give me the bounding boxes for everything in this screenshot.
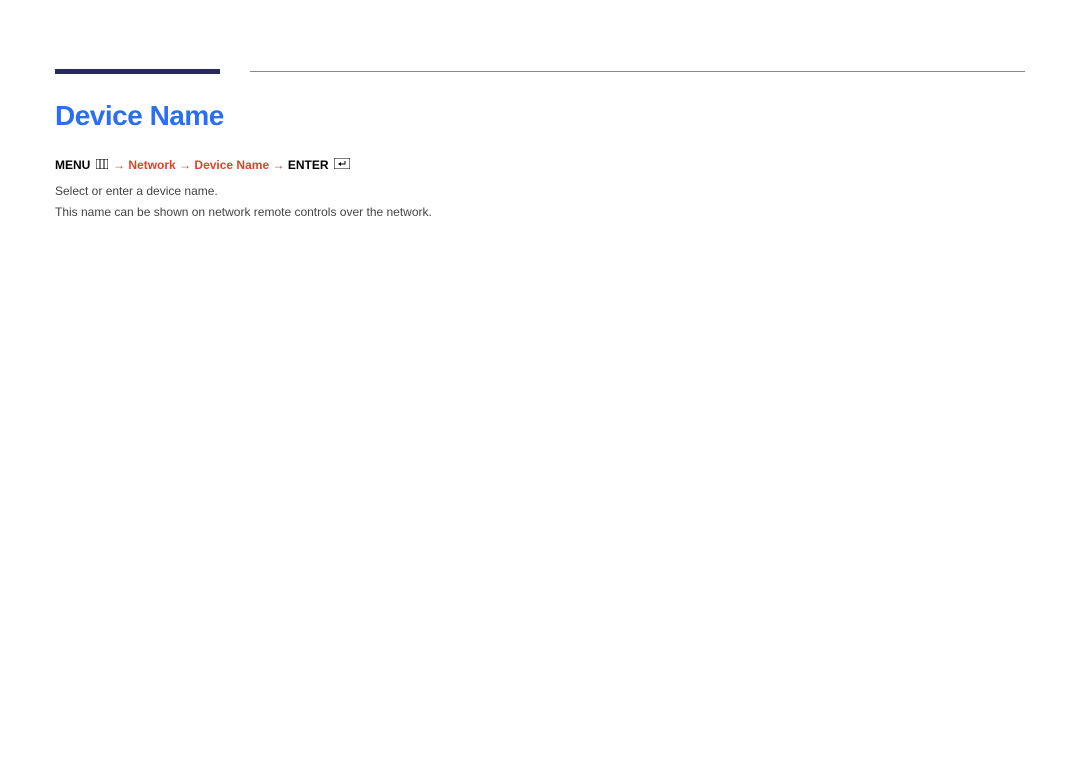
header-rule-accent [55, 69, 220, 74]
breadcrumb: MENU → Network → Device Name → ENTER [55, 156, 1025, 175]
breadcrumb-path-network: Network [128, 158, 175, 172]
page-title: Device Name [55, 100, 1025, 132]
body-line-2: This name can be shown on network remote… [55, 202, 1025, 222]
header-rule [55, 69, 1025, 74]
header-rule-line [250, 71, 1025, 72]
menu-icon [96, 156, 108, 175]
breadcrumb-arrow-1: → [113, 158, 125, 172]
content-area: Device Name MENU → Network → Device Name… [55, 100, 1025, 222]
breadcrumb-menu-label: MENU [55, 158, 90, 172]
body-line-1: Select or enter a device name. [55, 181, 1025, 201]
enter-icon [334, 156, 350, 175]
breadcrumb-path-device-name: Device Name [194, 158, 269, 172]
breadcrumb-arrow-3: → [272, 158, 284, 172]
breadcrumb-arrow-2: → [179, 158, 191, 172]
breadcrumb-enter-label: ENTER [288, 158, 329, 172]
